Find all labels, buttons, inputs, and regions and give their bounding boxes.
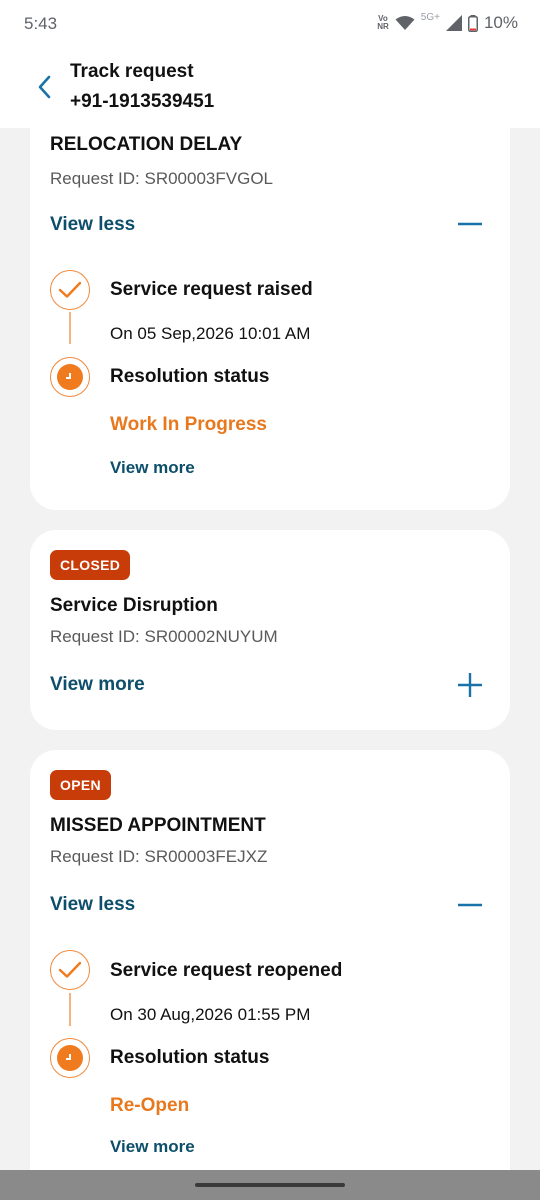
volte-icon: Vo NR xyxy=(377,14,389,31)
status-badge: OPEN xyxy=(50,770,111,800)
app-header: Track request +91-1913539451 xyxy=(0,48,540,128)
card-title: MISSED APPOINTMENT xyxy=(50,815,266,836)
resolution-status-value: Re-Open xyxy=(110,1095,190,1116)
request-id: Request ID: SR00002NUYUM xyxy=(50,627,278,646)
request-card-relocation-delay: RELOCATION DELAY Request ID: SR00003FVGO… xyxy=(30,96,510,510)
chevron-left-icon xyxy=(38,75,51,99)
minus-icon[interactable] xyxy=(456,210,484,238)
back-button[interactable] xyxy=(30,72,60,102)
view-less-button[interactable]: View less xyxy=(50,894,135,916)
step-done-badge xyxy=(50,270,90,310)
view-more-button[interactable]: View more xyxy=(50,674,145,696)
request-card-missed-appointment: OPEN MISSED APPOINTMENT Request ID: SR00… xyxy=(30,750,510,1180)
resolution-status-value: Work In Progress xyxy=(110,414,267,435)
signal-icon xyxy=(445,15,462,31)
card-title: Service Disruption xyxy=(50,595,218,616)
view-more-link[interactable]: View more xyxy=(110,1137,195,1157)
wifi-icon xyxy=(395,16,415,30)
timeline-connector xyxy=(69,993,71,1026)
system-navigation-bar xyxy=(0,1170,540,1200)
card-title: RELOCATION DELAY xyxy=(50,134,243,155)
minus-icon[interactable] xyxy=(456,891,484,919)
battery-level: 10% xyxy=(483,13,518,32)
request-id: Request ID: SR00003FVGOL xyxy=(50,169,274,188)
home-gesture-handle[interactable] xyxy=(195,1183,345,1187)
timeline-event-date: On 05 Sep,2026 10:01 AM xyxy=(110,324,311,343)
timeline-event-date: On 30 Aug,2026 01:55 PM xyxy=(110,1005,311,1024)
resolution-status-label: Resolution status xyxy=(110,1047,270,1068)
status-icons: Vo NR 5G+ 10% xyxy=(377,11,518,33)
view-less-button[interactable]: View less xyxy=(50,214,135,236)
network-type: 5G+ xyxy=(420,11,440,23)
step-pending-badge xyxy=(50,1038,90,1078)
status-badge: CLOSED xyxy=(50,550,131,580)
timeline-connector xyxy=(69,312,71,344)
timeline-event-title: Service request raised xyxy=(110,279,313,300)
status-time: 5:43 xyxy=(24,14,58,33)
step-pending-badge xyxy=(50,357,90,397)
status-bar: 5:43 Vo NR 5G+ 10% xyxy=(0,0,540,48)
page-title: Track request xyxy=(70,61,194,82)
clock-icon xyxy=(57,1045,83,1071)
battery-icon xyxy=(467,14,478,32)
check-icon xyxy=(58,961,82,978)
check-icon xyxy=(58,281,82,298)
plus-icon[interactable] xyxy=(456,671,484,699)
request-id: Request ID: SR00003FEJXZ xyxy=(50,847,268,866)
resolution-status-label: Resolution status xyxy=(110,366,270,387)
view-more-link[interactable]: View more xyxy=(110,458,195,478)
phone-number: +91-1913539451 xyxy=(70,91,215,112)
clock-icon xyxy=(57,364,83,390)
step-done-badge xyxy=(50,950,90,990)
request-card-service-disruption: CLOSED Service Disruption Request ID: SR… xyxy=(30,530,510,730)
timeline-event-title: Service request reopened xyxy=(110,960,343,981)
